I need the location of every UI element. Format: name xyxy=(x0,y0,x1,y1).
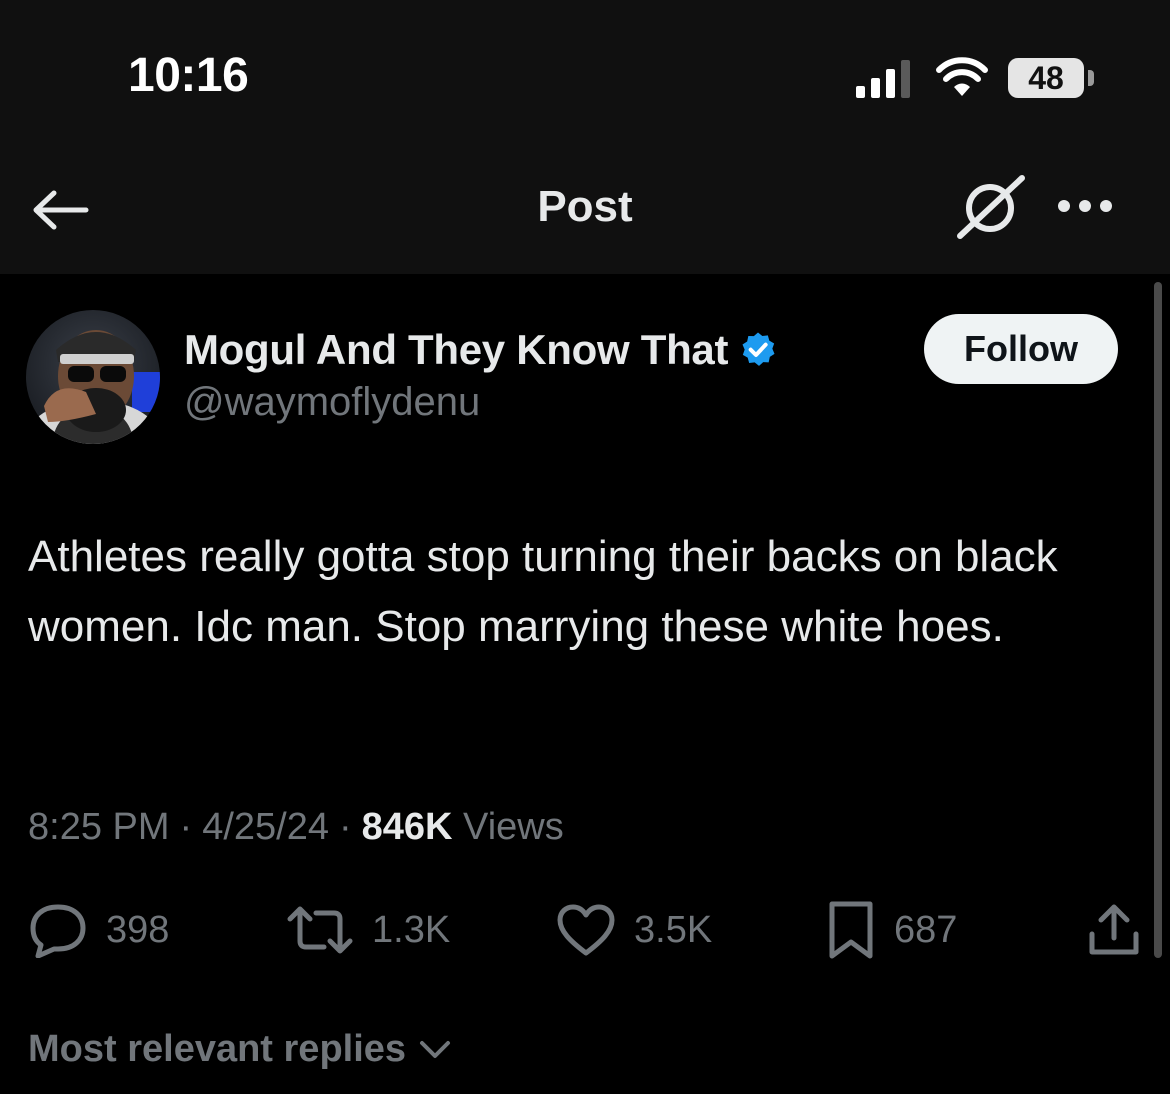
replies-filter-dropdown[interactable]: Most relevant replies xyxy=(28,1028,452,1071)
views-label[interactable]: Views xyxy=(463,806,564,848)
wifi-icon xyxy=(936,57,988,96)
more-icon[interactable] xyxy=(1056,198,1114,214)
avatar[interactable] xyxy=(26,310,160,444)
verified-badge-icon[interactable] xyxy=(738,330,778,370)
chevron-down-icon xyxy=(420,1040,451,1058)
reply-button[interactable]: 398 xyxy=(28,900,169,960)
repost-button[interactable]: 1.3K xyxy=(286,900,450,960)
signal-icon xyxy=(856,60,910,98)
author-handle[interactable]: @waymoflydenu xyxy=(184,380,480,425)
nav-bar: Post xyxy=(0,150,1170,274)
reply-count: 398 xyxy=(106,908,170,951)
bookmark-count: 687 xyxy=(894,908,958,951)
reply-icon xyxy=(30,904,86,958)
tweet-meta: 8:25 PM · 4/25/24 · 846K Views xyxy=(28,806,564,849)
battery-tip xyxy=(1088,70,1094,86)
status-bar: 10:16 48 xyxy=(0,0,1170,150)
follow-button[interactable]: Follow xyxy=(924,314,1118,384)
like-button[interactable]: 3.5K xyxy=(556,900,712,960)
repost-icon xyxy=(287,906,353,954)
battery-level: 48 xyxy=(1028,60,1064,96)
battery-icon: 48 xyxy=(1008,58,1084,98)
meta-separator: · xyxy=(179,806,193,848)
like-count: 3.5K xyxy=(634,908,713,951)
scrollbar[interactable] xyxy=(1154,282,1162,958)
tweet-date[interactable]: 4/25/24 xyxy=(202,806,329,848)
repost-count: 1.3K xyxy=(372,908,451,951)
replies-filter-label: Most relevant replies xyxy=(28,1028,407,1070)
bookmark-button[interactable]: 687 xyxy=(826,900,957,960)
like-icon xyxy=(557,904,615,956)
tweet-text: Athletes really gotta stop turning their… xyxy=(28,532,1058,651)
bookmark-icon xyxy=(829,901,873,959)
views-count[interactable]: 846K xyxy=(362,806,453,848)
author-name[interactable]: Mogul And They Know That xyxy=(184,326,728,374)
author-name-row: Mogul And They Know That xyxy=(184,322,778,378)
tweet-time[interactable]: 8:25 PM xyxy=(28,806,170,848)
grok-icon[interactable] xyxy=(956,174,1028,240)
status-time: 10:16 xyxy=(128,49,249,102)
meta-separator: · xyxy=(338,806,352,848)
share-icon[interactable] xyxy=(1086,902,1142,958)
